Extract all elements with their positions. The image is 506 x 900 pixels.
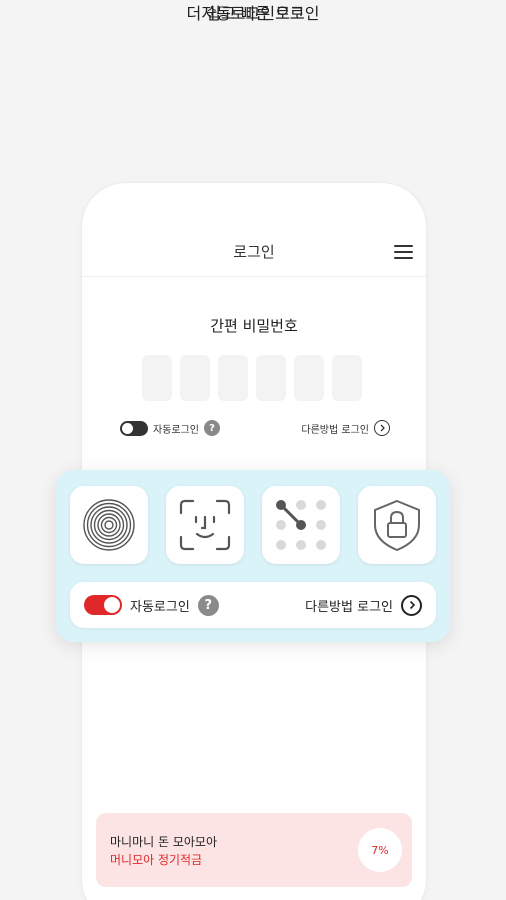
- pin-input[interactable]: [142, 355, 362, 401]
- headline-line-2: 더 쉽고 빠른 로그인: [186, 4, 320, 23]
- other-login-link[interactable]: 다른방법 로그인: [301, 420, 390, 436]
- auto-login-bar: 자동로그인 ? 다른방법 로그인: [70, 582, 436, 628]
- login-method-panel: 자동로그인 ? 다른방법 로그인: [56, 470, 450, 642]
- login-method-row: [70, 486, 436, 564]
- pin-digit-box[interactable]: [142, 355, 172, 401]
- pin-options-row: 자동로그인 ? 다른방법 로그인: [120, 419, 390, 437]
- auto-login-label: 자동로그인: [153, 424, 199, 436]
- auto-login-label: 자동로그인: [130, 599, 190, 615]
- pattern-login-button[interactable]: [262, 486, 340, 564]
- other-login-label[interactable]: 다른방법 로그인: [301, 421, 369, 436]
- help-icon[interactable]: ?: [204, 420, 220, 436]
- login-header: 로그인: [82, 183, 426, 277]
- promo-tagline: 마니마니 돈 모아모아: [110, 835, 217, 849]
- pin-digit-box[interactable]: [294, 355, 324, 401]
- shield-lock-icon: [374, 499, 420, 552]
- chevron-right-icon[interactable]: [374, 420, 390, 436]
- pin-digit-box[interactable]: [180, 355, 210, 401]
- pattern-icon: [276, 500, 326, 550]
- promo-banner[interactable]: 마니마니 돈 모아모아 머니모아 정기적금 7%: [96, 813, 412, 887]
- auto-login-option: 자동로그인 ?: [120, 420, 220, 436]
- face-login-button[interactable]: [166, 486, 244, 564]
- page-title: 로그인: [233, 243, 275, 261]
- certificate-login-button[interactable]: [358, 486, 436, 564]
- face-id-icon: [179, 499, 231, 551]
- promo-rate-badge: 7%: [358, 828, 402, 872]
- auto-login-option: 자동로그인 ?: [84, 594, 219, 616]
- chevron-right-icon[interactable]: [401, 594, 422, 616]
- help-icon[interactable]: ?: [197, 594, 219, 616]
- other-login-link[interactable]: 다른방법 로그인: [305, 594, 422, 616]
- pin-digit-box[interactable]: [256, 355, 286, 401]
- pin-title: 간편 비밀번호: [210, 317, 298, 335]
- auto-login-toggle-small[interactable]: [120, 420, 148, 436]
- hamburger-menu-icon[interactable]: [394, 245, 413, 259]
- fingerprint-icon: [83, 499, 135, 551]
- pin-digit-box[interactable]: [332, 355, 362, 401]
- pin-digit-box[interactable]: [218, 355, 248, 401]
- fingerprint-login-button[interactable]: [70, 486, 148, 564]
- auto-login-toggle[interactable]: [84, 595, 122, 615]
- other-login-label[interactable]: 다른방법 로그인: [305, 596, 393, 615]
- promo-product-name: 머니모아 정기적금: [110, 853, 203, 867]
